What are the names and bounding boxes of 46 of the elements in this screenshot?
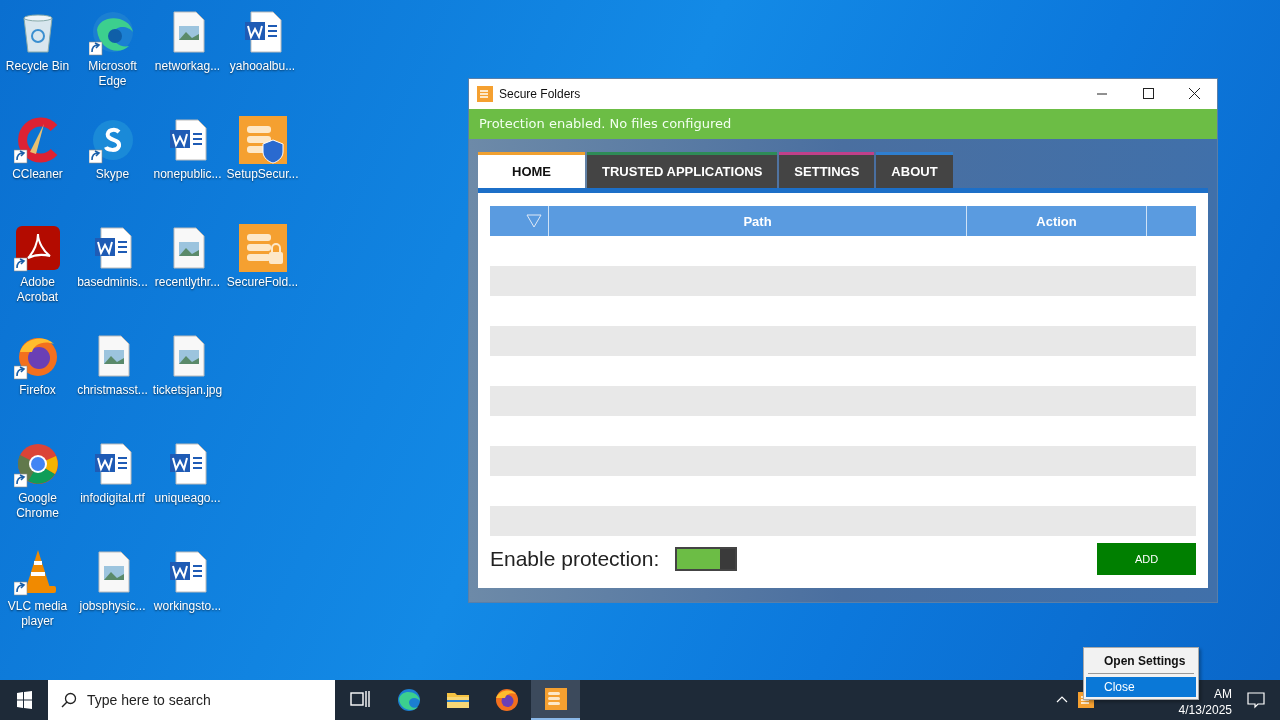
lockapp-icon[interactable] (238, 224, 287, 272)
icon-label[interactable]: Skype (75, 167, 150, 182)
tab[interactable]: TRUSTED APPLICATIONS (587, 152, 778, 188)
taskbar-app[interactable] (531, 680, 580, 720)
menu-item[interactable]: Close (1086, 677, 1196, 697)
tab[interactable]: SETTINGS (779, 152, 875, 188)
icon-label[interactable]: christmasst... (75, 383, 150, 398)
protection-label: Enable protection: (490, 547, 660, 571)
search-field[interactable]: Type here to search (48, 680, 335, 720)
firefox-icon (494, 688, 519, 712)
edge-icon (396, 688, 421, 712)
icon-label[interactable]: SetupSecur... (225, 167, 300, 182)
add-button[interactable]: ADD (1097, 543, 1196, 575)
search-icon (61, 692, 77, 708)
clock-date[interactable]: 4/13/2025 (1178, 702, 1232, 718)
icon-label[interactable]: VLC media player (0, 599, 75, 629)
menu-item[interactable]: Open Settings (1086, 651, 1196, 671)
tab[interactable]: HOME (478, 152, 585, 188)
protection-toggle[interactable] (675, 547, 738, 571)
status-bar: Protection enabled. No files configured (469, 109, 1217, 139)
icon-label[interactable]: recentlythr... (150, 275, 225, 290)
acrobat-icon[interactable] (13, 224, 62, 272)
clock-time[interactable]: AM (1214, 686, 1232, 702)
icon-label[interactable]: networkag... (150, 59, 225, 74)
installer-icon[interactable] (238, 116, 287, 164)
icon-label[interactable]: jobsphysic... (75, 599, 150, 614)
icon-label[interactable]: Adobe Acrobat (0, 275, 75, 305)
app-icon (477, 86, 493, 102)
icon-label[interactable]: Firefox (0, 383, 75, 398)
lockapp-icon (543, 687, 568, 711)
icon-label[interactable]: basedminis... (75, 275, 150, 290)
icon-label[interactable]: uniqueago... (150, 491, 225, 506)
icon-label[interactable]: workingsto... (150, 599, 225, 614)
icon-label[interactable]: infodigital.rtf (75, 491, 150, 506)
icon-label[interactable]: Google Chrome (0, 491, 75, 521)
icon-label[interactable]: CCleaner (0, 167, 75, 182)
icon-label[interactable]: nonepublic... (150, 167, 225, 182)
icon-label[interactable]: yahooalbu... (225, 59, 300, 74)
icon-label[interactable]: ticketsjan.jpg (150, 383, 225, 398)
tab[interactable]: ABOUT (876, 152, 953, 188)
sort-icon (526, 213, 542, 229)
icon-label[interactable]: Microsoft Edge (75, 59, 150, 89)
window-title: Secure Folders (499, 87, 581, 101)
icon-label[interactable]: Recycle Bin (0, 59, 75, 74)
icon-label[interactable]: SecureFold... (225, 275, 300, 290)
notification-icon[interactable] (1246, 690, 1266, 710)
